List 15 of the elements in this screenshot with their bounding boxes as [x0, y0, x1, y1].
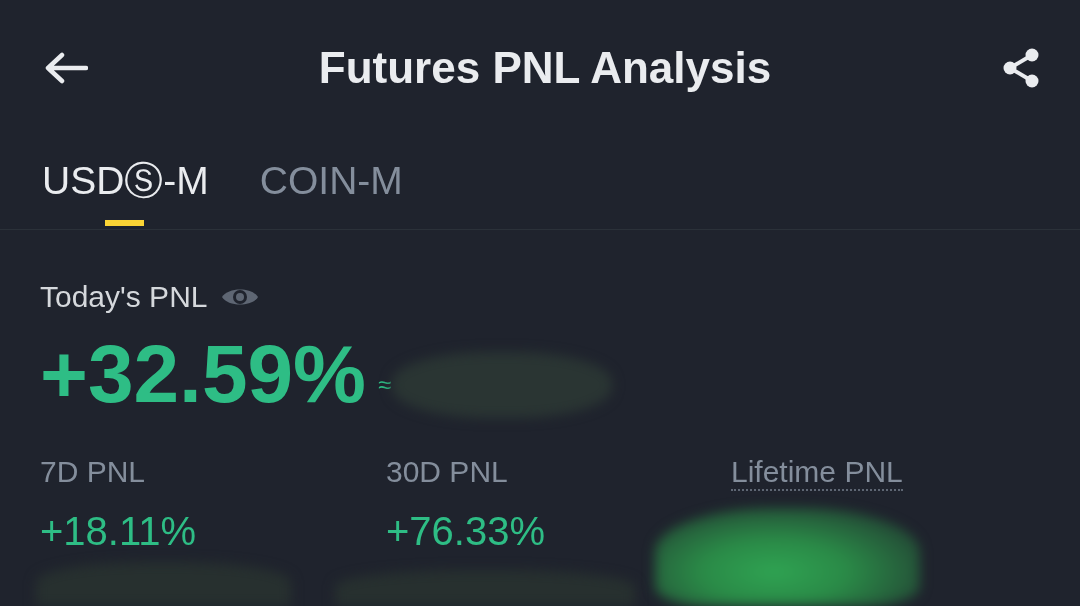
- page-title: Futures PNL Analysis: [318, 41, 772, 94]
- share-button[interactable]: [1002, 48, 1040, 88]
- back-arrow-icon: [44, 52, 88, 84]
- approx-sign: ≈: [378, 373, 392, 397]
- today-pnl-value: +32.59%: [40, 333, 366, 415]
- pnl-period-label: 7D PNL: [40, 455, 146, 489]
- share-icon: [1002, 48, 1040, 88]
- tab[interactable]: USDⓈ-M: [42, 136, 209, 229]
- tab[interactable]: COIN-M: [259, 136, 403, 229]
- pnl-period-label: Lifetime PNL: [731, 455, 903, 491]
- pnl-period-label: 30D PNL: [386, 455, 508, 489]
- today-pnl-label: Today's PNL: [40, 279, 208, 315]
- pnl-period-value: +18.11%: [40, 508, 197, 555]
- pnl-period-value: +76.33%: [386, 508, 546, 555]
- back-button[interactable]: [44, 52, 88, 84]
